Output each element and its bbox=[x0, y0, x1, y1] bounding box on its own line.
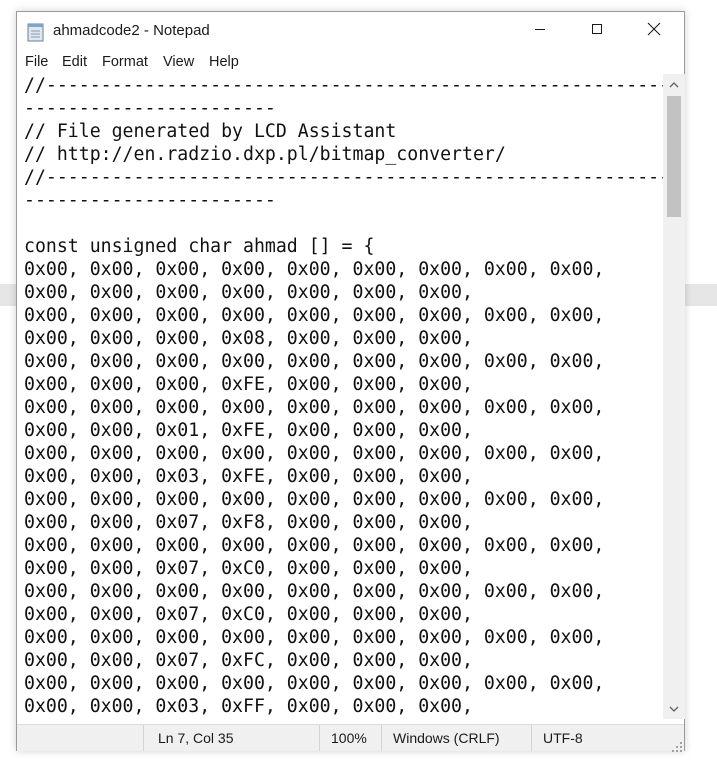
editor-line: ----------------------- bbox=[24, 190, 276, 211]
menu-edit[interactable]: Edit bbox=[62, 54, 87, 70]
editor-line: //--------------------------------------… bbox=[24, 75, 663, 96]
encoding: UTF-8 bbox=[543, 730, 583, 746]
menu-format[interactable]: Format bbox=[102, 54, 148, 70]
status-bar: Ln 7, Col 35 100% Windows (CRLF) UTF-8 bbox=[17, 724, 684, 752]
editor-line: 0x00, 0x00, 0x00, 0x00, 0x00, 0x00, 0x00… bbox=[24, 282, 473, 303]
zoom-level: 100% bbox=[331, 730, 367, 746]
editor-line: 0x00, 0x00, 0x01, 0xFE, 0x00, 0x00, 0x00… bbox=[24, 420, 473, 441]
title-bar[interactable]: ahmadcode2 - Notepad bbox=[17, 12, 684, 50]
scroll-down-button[interactable] bbox=[663, 699, 685, 719]
editor-line: 0x00, 0x00, 0x00, 0x00, 0x00, 0x00, 0x00… bbox=[24, 305, 605, 326]
notepad-icon bbox=[27, 22, 45, 42]
menu-help[interactable]: Help bbox=[209, 54, 239, 70]
editor-line: // http://en.radzio.dxp.pl/bitmap_conver… bbox=[24, 144, 506, 165]
line-ending: Windows (CRLF) bbox=[393, 730, 500, 746]
text-editor[interactable]: //--------------------------------------… bbox=[17, 74, 663, 719]
status-divider bbox=[381, 725, 382, 751]
status-divider bbox=[143, 725, 144, 751]
maximize-button[interactable] bbox=[574, 12, 620, 50]
editor-line: 0x00, 0x00, 0x03, 0xFE, 0x00, 0x00, 0x00… bbox=[24, 466, 473, 487]
editor-line: 0x00, 0x00, 0x07, 0xFC, 0x00, 0x00, 0x00… bbox=[24, 650, 473, 671]
editor-line: 0x00, 0x00, 0x00, 0x00, 0x00, 0x00, 0x00… bbox=[24, 397, 605, 418]
chevron-down-icon bbox=[669, 700, 679, 718]
minimize-button[interactable] bbox=[517, 12, 563, 50]
chevron-up-icon bbox=[669, 75, 679, 93]
resize-grip-icon[interactable] bbox=[672, 739, 682, 752]
editor-line: ----------------------- bbox=[24, 98, 276, 119]
scrollbar-thumb[interactable] bbox=[667, 96, 681, 217]
maximize-icon bbox=[591, 22, 603, 40]
editor-line: 0x00, 0x00, 0x00, 0x00, 0x00, 0x00, 0x00… bbox=[24, 443, 605, 464]
editor-line: 0x00, 0x00, 0x00, 0x00, 0x00, 0x00, 0x00… bbox=[24, 489, 605, 510]
scroll-up-button[interactable] bbox=[663, 74, 685, 94]
editor-line: 0x00, 0x00, 0x00, 0x00, 0x00, 0x00, 0x00… bbox=[24, 627, 605, 648]
editor-line: 0x00, 0x00, 0x07, 0xC0, 0x00, 0x00, 0x00… bbox=[24, 558, 473, 579]
cursor-position: Ln 7, Col 35 bbox=[158, 730, 234, 746]
status-divider bbox=[319, 725, 320, 751]
close-icon bbox=[647, 22, 661, 41]
editor-line: 0x00, 0x00, 0x00, 0x00, 0x00, 0x00, 0x00… bbox=[24, 351, 605, 372]
editor-line: //--------------------------------------… bbox=[24, 167, 663, 188]
editor-line: 0x00, 0x00, 0x07, 0xC0, 0x00, 0x00, 0x00… bbox=[24, 604, 473, 625]
vertical-scrollbar[interactable] bbox=[663, 74, 685, 719]
editor-line: 0x00, 0x00, 0x00, 0x00, 0x00, 0x00, 0x00… bbox=[24, 535, 605, 556]
menu-view[interactable]: View bbox=[163, 54, 194, 70]
notepad-window: ahmadcode2 - Notepad File Edit Format Vi… bbox=[16, 11, 685, 752]
close-button[interactable] bbox=[631, 12, 677, 50]
window-title: ahmadcode2 - Notepad bbox=[53, 22, 210, 39]
editor-line: 0x00, 0x00, 0x00, 0x00, 0x00, 0x00, 0x00… bbox=[24, 259, 605, 280]
editor-line: 0x00, 0x00, 0x07, 0xF8, 0x00, 0x00, 0x00… bbox=[24, 512, 473, 533]
editor-line: // File generated by LCD Assistant bbox=[24, 121, 397, 142]
editor-line: 0x00, 0x00, 0x03, 0xFF, 0x00, 0x00, 0x00… bbox=[24, 696, 473, 717]
editor-line: 0x00, 0x00, 0x00, 0x08, 0x00, 0x00, 0x00… bbox=[24, 328, 473, 349]
editor-line: 0x00, 0x00, 0x00, 0xFE, 0x00, 0x00, 0x00… bbox=[24, 374, 473, 395]
status-divider bbox=[531, 725, 532, 751]
editor-line: 0x00, 0x00, 0x00, 0x00, 0x00, 0x00, 0x00… bbox=[24, 581, 605, 602]
editor-line: const unsigned char ahmad [] = { bbox=[24, 236, 375, 257]
menu-bar: File Edit Format View Help bbox=[17, 50, 684, 74]
menu-file[interactable]: File bbox=[25, 54, 48, 70]
editor-line: 0x00, 0x00, 0x00, 0x00, 0x00, 0x00, 0x00… bbox=[24, 673, 605, 694]
minimize-icon bbox=[534, 22, 546, 40]
